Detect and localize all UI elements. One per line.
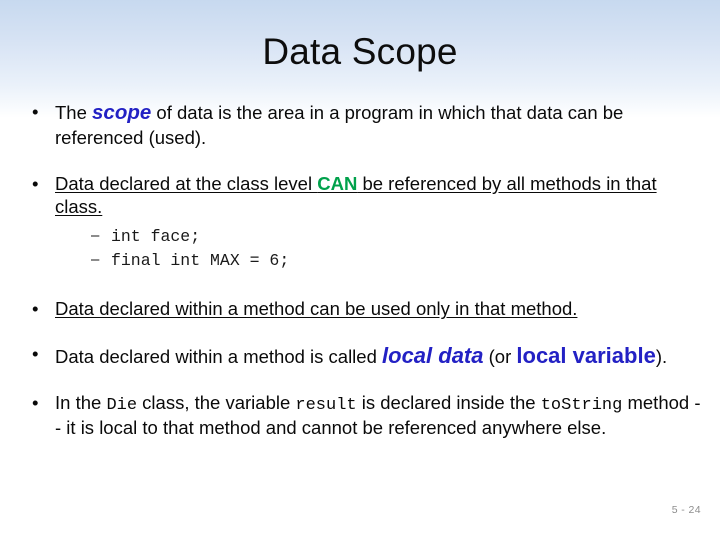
bullet-text-part: Data declared at the class level <box>55 172 318 194</box>
bullet-marker: • <box>32 101 39 122</box>
code-sub-list: – int face; – final int MAX = 6; <box>55 225 702 273</box>
bullet-marker: • <box>32 391 39 413</box>
keyword-scope: scope <box>92 101 152 124</box>
bullet-text-part: is declared inside the <box>356 391 541 413</box>
bullet-text-part: In the <box>55 391 107 413</box>
bullet-scope-definition: • The scope of data is the area in a pro… <box>26 100 702 150</box>
bullet-marker: • <box>32 172 39 194</box>
sub-bullet-marker: – <box>91 251 100 269</box>
bullet-text: The scope of data is the area in a progr… <box>55 101 623 148</box>
page-title: Data Scope <box>262 31 458 72</box>
bullet-text-part: (or <box>483 345 517 367</box>
keyword-local-variable: local variable <box>516 342 656 368</box>
keyword-local-data: local data <box>382 342 484 368</box>
sub-item-label: final int MAX = 6; <box>111 251 290 271</box>
bullet-marker: • <box>32 342 39 364</box>
code-result: result <box>295 395 357 415</box>
bullet-method-scope: • Data declared within a method can be u… <box>26 297 702 320</box>
slide: Data Scope • The scope of data is the ar… <box>0 0 720 540</box>
bullet-text-part: The <box>55 102 93 123</box>
bullet-text: In the Die class, the variable result is… <box>55 392 701 439</box>
bullet-text-part: Data declared within a method is called <box>55 345 383 367</box>
sub-final-int-max: – final int MAX = 6; <box>91 249 702 273</box>
code-tostring: toString <box>540 395 623 415</box>
sub-int-face: – int face; <box>91 225 702 249</box>
bullet-text-part: class, the variable <box>137 391 296 413</box>
bullet-text-part: ). <box>655 345 668 367</box>
code-die: Die <box>106 395 138 415</box>
page-number: 5 - 24 <box>671 504 701 516</box>
bullet-text: Data declared within a method can be use… <box>55 298 578 320</box>
bullet-marker: • <box>32 298 39 320</box>
sub-bullet-marker: – <box>91 227 100 245</box>
bullet-class-level: • Data declared at the class level CAN b… <box>26 172 702 274</box>
bullet-die-example: • In the Die class, the variable result … <box>26 391 702 440</box>
sub-item-label: int face; <box>111 227 201 247</box>
bullet-text: Data declared at the class level CAN be … <box>55 173 657 217</box>
bullet-text: Data declared within a method is called … <box>55 342 668 368</box>
bullet-local-data: • Data declared within a method is calle… <box>26 342 702 370</box>
keyword-can: CAN <box>317 172 358 194</box>
slide-body: • The scope of data is the area in a pro… <box>26 100 702 440</box>
